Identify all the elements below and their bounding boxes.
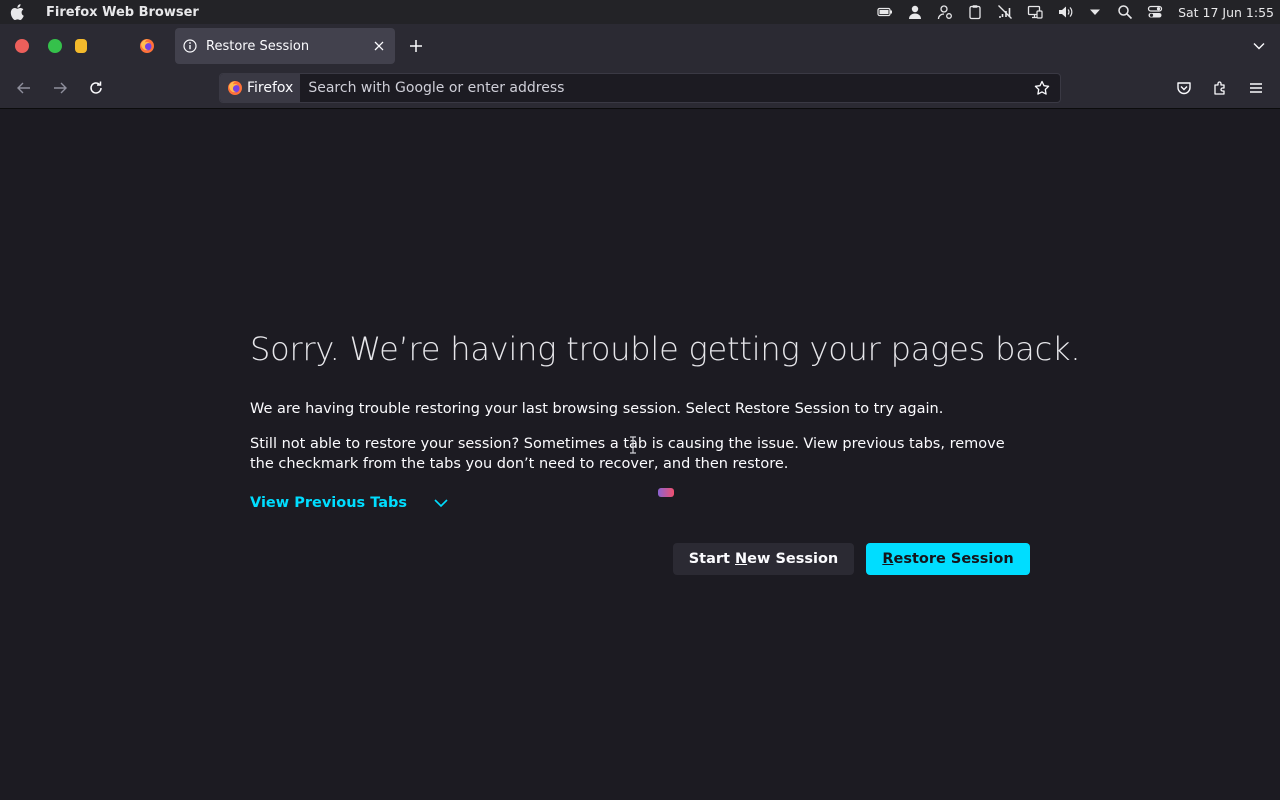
network-muted-icon[interactable]: [990, 0, 1020, 24]
view-previous-tabs-label: View Previous Tabs: [250, 495, 408, 511]
app-name[interactable]: Firefox Web Browser: [46, 5, 199, 20]
system-menu-bar: Firefox Web Browser Sat 17 Jun 1:55: [0, 0, 1280, 24]
back-button[interactable]: [12, 76, 36, 100]
navigation-toolbar: Firefox: [0, 68, 1280, 109]
account-settings-icon[interactable]: [930, 0, 960, 24]
reload-icon: [90, 81, 102, 94]
description-text: We are having trouble restoring your las…: [250, 401, 944, 417]
hamburger-menu-icon: [1250, 83, 1262, 93]
user-icon[interactable]: [900, 0, 930, 24]
volume-icon[interactable]: [1050, 0, 1080, 24]
clock[interactable]: Sat 17 Jun 1:55: [1178, 5, 1274, 20]
window-minimize-button[interactable]: [48, 39, 62, 53]
start-new-session-label-part: Start: [688, 551, 736, 567]
page-content: Sorry. We’re having trouble getting your…: [0, 110, 1280, 800]
puzzle-icon: [1214, 81, 1225, 95]
firefox-view-tab[interactable]: [134, 34, 160, 58]
app-menu-button[interactable]: [1244, 76, 1268, 100]
bookmark-star-icon[interactable]: [1028, 74, 1056, 102]
pocket-icon: [1177, 82, 1191, 95]
clipboard-icon[interactable]: [960, 0, 990, 24]
help-text: Still not able to restore your session? …: [250, 436, 1005, 472]
identity-box[interactable]: Firefox: [220, 74, 301, 102]
start-new-session-button[interactable]: Start New Session: [673, 543, 854, 575]
dropdown-arrow-icon[interactable]: [1080, 0, 1110, 24]
restore-session-label-rest: estore Session: [893, 551, 1014, 567]
tab-restore-session[interactable]: Restore Session: [175, 28, 395, 64]
drag-feedback-icon: [658, 488, 674, 497]
tab-strip: Restore Session: [0, 24, 1280, 68]
apple-icon[interactable]: [6, 0, 30, 24]
page-title: Sorry. We’re having trouble getting your…: [250, 330, 1081, 368]
start-new-session-label-rest: ew Session: [747, 551, 839, 567]
window-close-button[interactable]: [15, 39, 29, 53]
text-cursor-icon: [630, 436, 636, 454]
address-bar[interactable]: Firefox: [219, 73, 1061, 103]
list-all-tabs-button[interactable]: [1250, 37, 1268, 55]
pocket-button[interactable]: [1172, 76, 1196, 100]
restore-session-button[interactable]: Restore Session: [866, 543, 1030, 575]
plus-icon: [410, 40, 422, 52]
window-maximize-button[interactable]: [75, 39, 87, 53]
identity-label: Firefox: [247, 80, 294, 96]
view-previous-tabs-toggle[interactable]: View Previous Tabs: [250, 495, 449, 511]
url-input[interactable]: [308, 75, 1028, 101]
info-icon: [182, 38, 198, 54]
forward-button[interactable]: [48, 76, 72, 100]
start-new-session-accesskey: N: [735, 551, 748, 567]
display-icon[interactable]: [1020, 0, 1050, 24]
forward-arrow-icon: [54, 82, 67, 94]
back-arrow-icon: [17, 82, 30, 94]
tab-title: Restore Session: [206, 38, 310, 54]
chevron-down-icon: [433, 495, 449, 511]
battery-icon[interactable]: [870, 0, 900, 24]
new-tab-button[interactable]: [404, 34, 428, 58]
search-icon[interactable]: [1110, 0, 1140, 24]
restore-session-accesskey: R: [882, 551, 894, 567]
chevron-down-icon: [1253, 43, 1265, 50]
reload-button[interactable]: [84, 76, 108, 100]
extensions-button[interactable]: [1208, 76, 1232, 100]
close-tab-icon[interactable]: [371, 38, 387, 54]
firefox-icon: [228, 81, 242, 95]
firefox-icon: [140, 39, 154, 53]
control-center-icon[interactable]: [1140, 0, 1170, 24]
